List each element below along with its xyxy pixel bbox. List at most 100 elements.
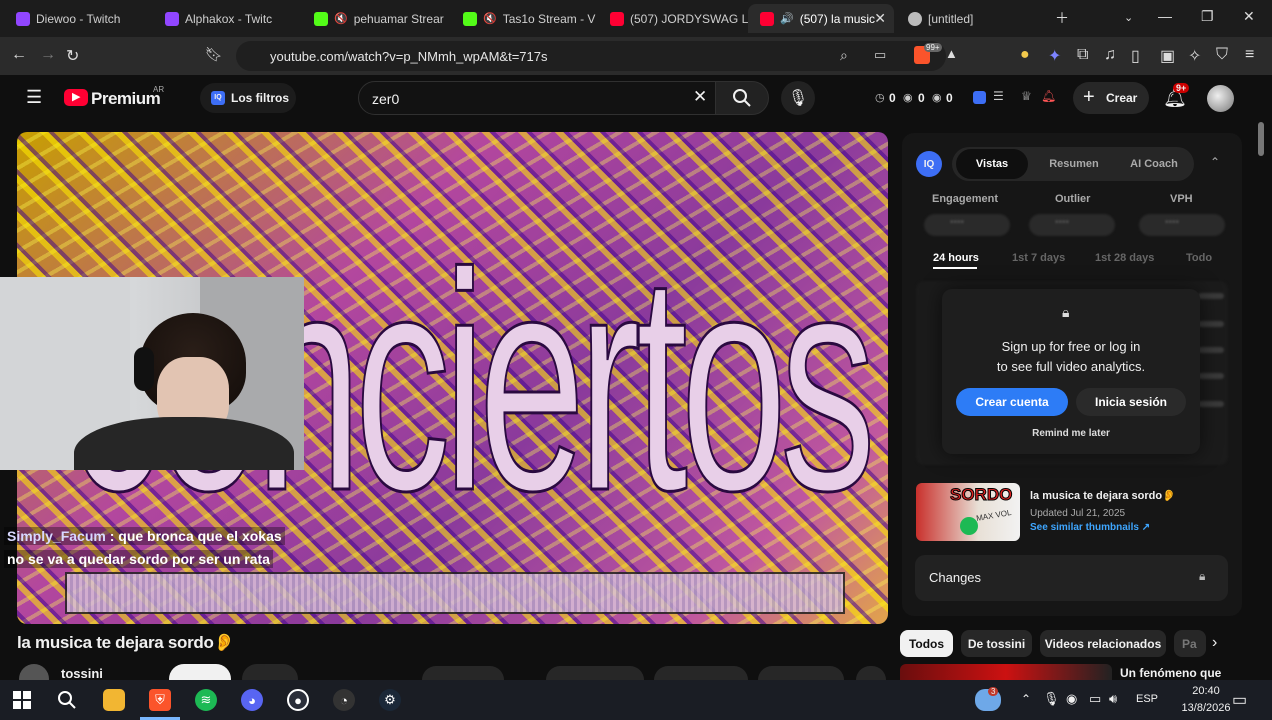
chip-de-tossini[interactable]: De tossini <box>961 630 1032 657</box>
clock-icon: ◷ <box>875 92 885 104</box>
wallet-icon[interactable]: ▲ <box>945 46 958 61</box>
metric-value-engagement: •••• <box>924 214 1010 236</box>
search-icon[interactable] <box>57 690 77 710</box>
changes-row[interactable]: Changes 🔒︎ <box>915 555 1228 601</box>
tab-label: Alphakox - Twitc <box>185 11 273 26</box>
chevron-up-icon[interactable]: ⌃ <box>1021 692 1031 706</box>
youtube-logo-icon[interactable]: ▶ <box>64 89 88 106</box>
tab-untitled[interactable]: [untitled] <box>896 4 1046 33</box>
similar-thumbnails-link[interactable]: See similar thumbnails ↗ <box>1030 522 1150 533</box>
media-icon[interactable]: ♫ <box>1104 46 1116 64</box>
range-28d[interactable]: 1st 28 days <box>1095 252 1154 264</box>
minimize-icon[interactable]: — <box>1158 8 1172 24</box>
back-icon[interactable]: ← <box>11 46 27 64</box>
trophy-icon[interactable]: ♕ <box>1021 89 1032 103</box>
extension-cookie-icon[interactable]: ● <box>1020 46 1030 64</box>
tab-la-musica[interactable]: 🔊 (507) la music ✕ <box>748 4 894 33</box>
search-input[interactable]: zer0 ✕ <box>358 81 716 115</box>
chip-todos[interactable]: Todos <box>900 630 953 657</box>
cast-icon[interactable]: ▭ <box>874 47 886 63</box>
create-button[interactable]: + Crear <box>1073 82 1149 114</box>
tab-tas1o[interactable]: 🔇 Tas1o Stream - V <box>451 4 599 33</box>
notification-center-icon[interactable]: ▭ <box>1232 690 1247 710</box>
chip-partial[interactable]: Pa <box>1174 630 1206 657</box>
brand-premium[interactable]: Premium <box>91 89 161 109</box>
hamburger-menu-icon[interactable]: ☰ <box>26 87 42 108</box>
spotify-icon[interactable]: ≋ <box>195 689 217 711</box>
vidiq-panel: IQ Vistas Resumen AI Coach ⌃ Engagement … <box>902 133 1242 616</box>
avatar[interactable] <box>1207 85 1234 112</box>
tab-diewoo[interactable]: Diewoo - Twitch <box>4 4 154 33</box>
obs-icon[interactable]: ● <box>287 689 309 711</box>
login-button[interactable]: Inicia sesión <box>1076 388 1186 416</box>
stat-value-1: 0 <box>889 91 896 105</box>
voice-search-button[interactable]: 🎙︎ <box>781 81 815 115</box>
alert-icon[interactable]: 🔔︎ <box>1041 89 1056 103</box>
bookmark-icon[interactable]: 🔖︎ <box>205 46 223 63</box>
chat-message-line2: no se va a quedar sordo por ser un rata <box>4 550 273 568</box>
vidiq-icon[interactable] <box>973 91 986 104</box>
extension-translate-icon[interactable]: ✦ <box>1048 46 1061 66</box>
vpn-icon[interactable]: ⛉ <box>1216 46 1228 64</box>
stat-value-2: 0 <box>918 91 925 105</box>
related-title[interactable]: Un fenómeno que <box>1120 666 1221 680</box>
volume-icon[interactable]: 🔊︎ <box>1109 691 1117 707</box>
discord-icon[interactable]: ◕ <box>241 689 263 711</box>
tab-jordyswag[interactable]: (507) JORDYSWAG L <box>598 4 748 33</box>
vidiq-logo-icon: IQ <box>916 151 942 177</box>
tab-alphakox[interactable]: Alphakox - Twitc <box>153 4 303 33</box>
windows-start-icon[interactable] <box>13 691 31 709</box>
forward-icon[interactable]: → <box>40 46 56 64</box>
create-account-button[interactable]: Crear cuenta <box>956 388 1068 416</box>
restore-icon[interactable]: ❐ <box>1201 8 1214 25</box>
chevron-right-icon[interactable]: › <box>1212 634 1217 652</box>
clock-time[interactable]: 20:40 <box>1180 685 1232 697</box>
sidebar-icon[interactable]: ▯ <box>1131 46 1140 66</box>
reload-icon[interactable]: ↻ <box>66 46 79 66</box>
range-underline <box>933 267 977 269</box>
new-tab-icon[interactable]: ＋ <box>1055 8 1069 28</box>
range-7d[interactable]: 1st 7 days <box>1012 252 1065 264</box>
leo-ai-icon[interactable]: ✧ <box>1188 46 1201 66</box>
chevron-up-icon[interactable]: ⌃ <box>1210 155 1220 169</box>
range-24h[interactable]: 24 hours <box>933 252 979 264</box>
network-icon[interactable]: ◉ <box>1066 691 1077 707</box>
chip-videos-relacionados[interactable]: Videos relacionados <box>1040 630 1166 657</box>
chevron-down-icon[interactable]: ⌄ <box>1124 11 1133 24</box>
eye-icon: ◉ <box>932 92 942 104</box>
speaker-icon[interactable]: 🔊 <box>780 12 794 25</box>
clear-search-icon[interactable]: ✕ <box>693 87 707 107</box>
language-indicator[interactable]: ESP <box>1136 693 1158 705</box>
tab-ai-coach[interactable]: AI Coach <box>1116 149 1192 179</box>
close-window-icon[interactable]: ✕ <box>1243 8 1255 25</box>
eye-icon: ◉ <box>903 92 913 104</box>
channel-name[interactable]: tossini <box>61 666 103 681</box>
brave-browser-icon[interactable]: ⛨ <box>149 689 171 711</box>
app-icon[interactable]: ◔ <box>333 689 355 711</box>
remind-later-link[interactable]: Remind me later <box>942 428 1200 439</box>
list-icon[interactable]: ☰ <box>993 89 1004 103</box>
display-icon[interactable]: ▭ <box>1089 691 1101 707</box>
shield-badge: 99+ <box>924 43 942 52</box>
menu-icon[interactable]: ≡ <box>1245 46 1254 64</box>
url-text: youtube.com/watch?v=p_NMmh_wpAM&t=717s <box>270 49 548 64</box>
wallet-panel-icon[interactable]: ▣ <box>1160 46 1175 66</box>
address-bar[interactable]: youtube.com/watch?v=p_NMmh_wpAM&t=717s ⌕… <box>236 41 946 71</box>
page-scrollbar[interactable] <box>1258 122 1264 156</box>
tab-resumen[interactable]: Resumen <box>1036 149 1112 179</box>
tab-label: pehuamar Strear <box>353 11 444 26</box>
search-button[interactable] <box>715 81 769 115</box>
tab-vistas[interactable]: Vistas <box>956 149 1028 179</box>
filters-button[interactable]: IQ Los filtros <box>200 83 296 113</box>
mute-icon: 🔇 <box>334 13 348 25</box>
thumbnail-preview[interactable]: SORDO MAX VOL <box>916 483 1020 541</box>
tab-pehuamar[interactable]: 🔇 pehuamar Strear <box>302 4 450 33</box>
extensions-puzzle-icon[interactable]: ⧉ <box>1077 46 1088 64</box>
steam-icon[interactable]: ⚙ <box>379 689 401 711</box>
microphone-icon[interactable]: 🎙︎ <box>1043 691 1060 707</box>
file-explorer-icon[interactable] <box>103 689 125 711</box>
twitch-icon <box>16 11 30 26</box>
zoom-icon[interactable]: ⌕ <box>840 47 848 64</box>
close-tab-icon[interactable]: ✕ <box>874 10 886 27</box>
range-all[interactable]: Todo <box>1186 252 1212 264</box>
